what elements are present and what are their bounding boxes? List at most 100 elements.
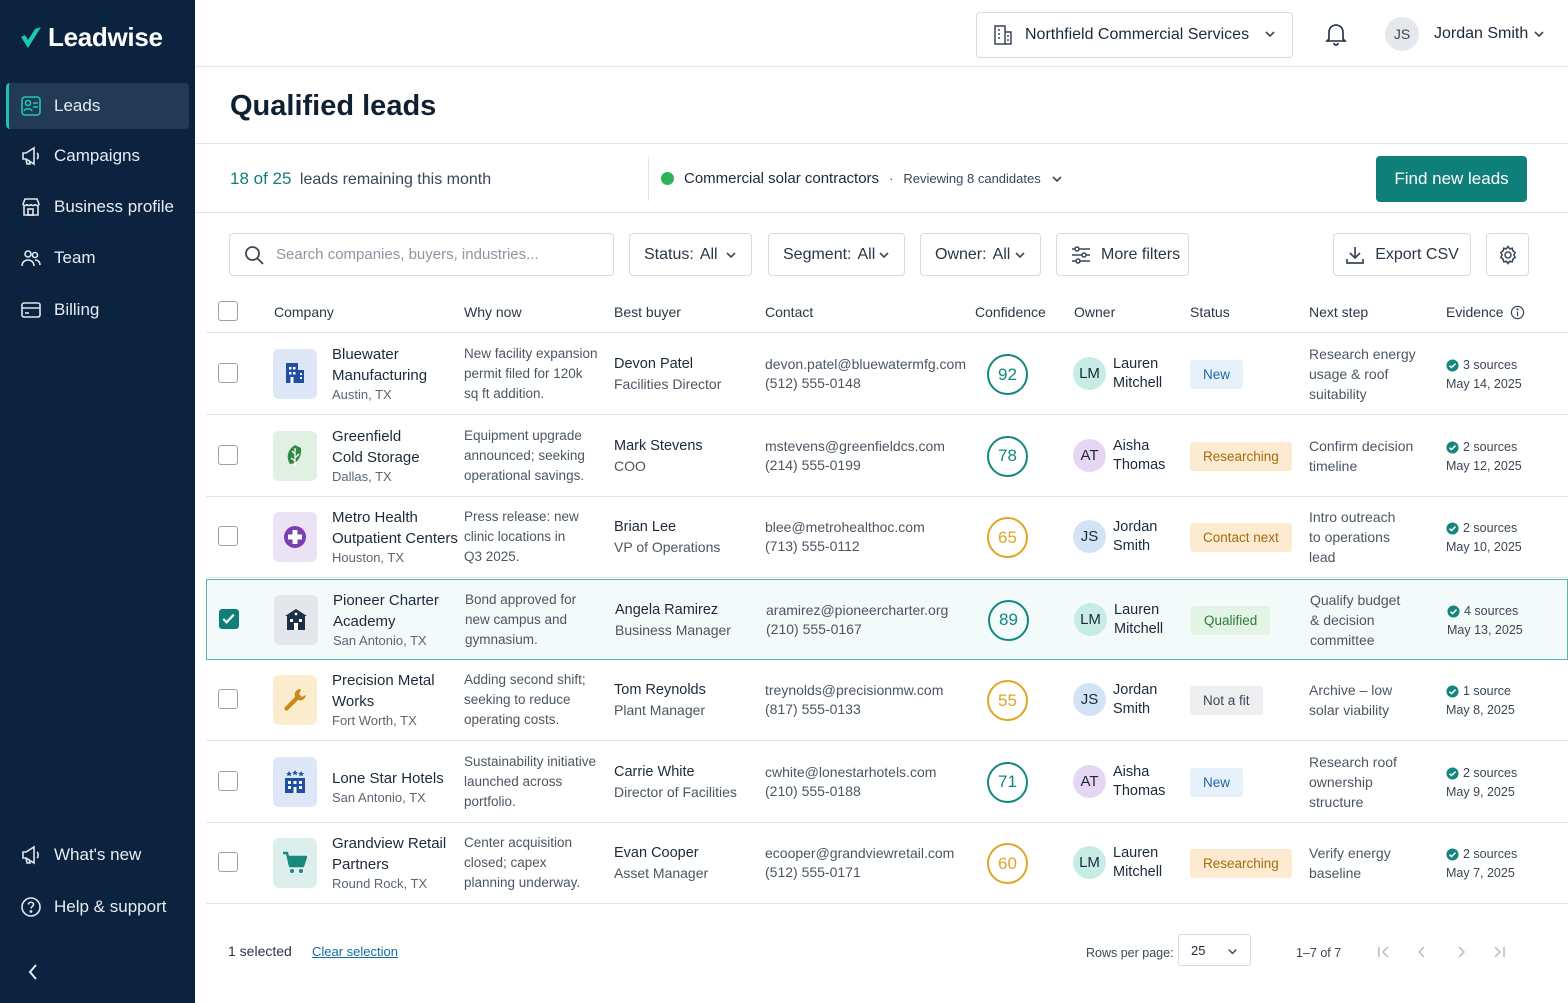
evidence-sources[interactable]: 2 sources [1446, 845, 1517, 864]
column-header-owner[interactable]: Owner [1074, 304, 1115, 320]
status-badge[interactable]: New [1190, 360, 1244, 389]
company-cell[interactable]: Grandview Retail Partners Round Rock, TX [332, 833, 446, 891]
sidebar-item-team[interactable]: Team [6, 235, 189, 281]
column-header-status[interactable]: Status [1190, 304, 1230, 320]
clear-selection-link[interactable]: Clear selection [312, 944, 398, 959]
first-page-button[interactable] [1375, 942, 1393, 962]
company-name[interactable]: Lone Star Hotels [332, 768, 444, 789]
company-name[interactable]: Cold Storage [332, 447, 420, 468]
company-name[interactable]: Works [332, 691, 435, 712]
company-cell[interactable]: Pioneer Charter Academy San Antonio, TX [333, 590, 439, 648]
next-page-button[interactable] [1452, 942, 1470, 962]
company-cell[interactable]: Metro Health Outpatient Centers Houston, … [332, 507, 458, 565]
previous-page-button[interactable] [1413, 942, 1431, 962]
row-checkbox[interactable] [218, 689, 238, 709]
status-filter[interactable]: Status: All [629, 233, 752, 276]
evidence-cell[interactable]: 4 sources May 13, 2025 [1447, 602, 1523, 640]
sidebar-item-help[interactable]: Help & support [6, 884, 189, 930]
contact-phone[interactable]: (817) 555-0133 [765, 700, 943, 719]
rows-per-page-select[interactable]: 25 [1178, 934, 1251, 966]
column-header-evidence[interactable]: Evidence [1446, 304, 1525, 320]
company-name[interactable]: Precision Metal [332, 670, 435, 691]
company-cell[interactable]: Lone Star Hotels San Antonio, TX [332, 768, 444, 805]
collapse-sidebar-button[interactable] [22, 960, 44, 984]
contact-email[interactable]: devon.patel@bluewatermfg.com [765, 355, 966, 374]
campaign-selector[interactable]: Commercial solar contractors · Reviewing… [661, 170, 1063, 187]
table-settings-button[interactable] [1486, 233, 1529, 276]
company-name[interactable]: Partners [332, 854, 446, 875]
evidence-sources[interactable]: 4 sources [1447, 602, 1523, 621]
evidence-cell[interactable]: 2 sources May 10, 2025 [1446, 519, 1522, 557]
company-name[interactable]: Grandview Retail [332, 833, 446, 854]
column-header-company[interactable]: Company [274, 304, 334, 320]
sidebar-item-leads[interactable]: Leads [6, 83, 189, 129]
table-row[interactable]: Greenfield Cold Storage Dallas, TX Equipm… [206, 416, 1568, 497]
contact-email[interactable]: ecooper@grandviewretail.com [765, 844, 954, 863]
org-selector[interactable]: Northfield Commercial Services [976, 12, 1293, 58]
evidence-sources[interactable]: 2 sources [1446, 438, 1522, 457]
company-name[interactable]: Outpatient Centers [332, 528, 458, 549]
row-checkbox[interactable] [218, 444, 238, 465]
more-filters-button[interactable]: More filters [1056, 233, 1189, 276]
contact-phone[interactable]: (210) 555-0188 [765, 782, 936, 801]
owner-filter[interactable]: Owner: All [920, 233, 1041, 276]
contact-phone[interactable]: (713) 555-0112 [765, 537, 925, 556]
select-all-checkbox[interactable] [218, 301, 238, 321]
row-checkbox[interactable] [218, 526, 238, 546]
row-checkbox[interactable] [219, 608, 239, 629]
column-header-confidence[interactable]: Confidence [975, 304, 1046, 320]
info-icon[interactable] [1510, 305, 1525, 320]
evidence-cell[interactable]: 2 sources May 12, 2025 [1446, 438, 1522, 476]
sidebar-item-business-profile[interactable]: Business profile [6, 184, 189, 230]
contact-email[interactable]: blee@metrohealthoc.com [765, 518, 925, 537]
sidebar-item-whats-new[interactable]: What's new [6, 832, 189, 878]
status-badge[interactable]: Researching [1190, 849, 1292, 878]
company-name[interactable]: Manufacturing [332, 365, 427, 386]
last-page-button[interactable] [1490, 942, 1508, 962]
contact-phone[interactable]: (512) 555-0148 [765, 374, 966, 393]
row-checkbox[interactable] [218, 770, 238, 791]
table-row[interactable]: Pioneer Charter Academy San Antonio, TX B… [206, 578, 1568, 660]
column-header-contact[interactable]: Contact [765, 304, 813, 320]
table-row[interactable]: Lone Star Hotels San Antonio, TX Sustain… [206, 742, 1568, 823]
row-checkbox[interactable] [218, 363, 238, 383]
row-checkbox[interactable] [218, 852, 238, 872]
evidence-sources[interactable]: 2 sources [1446, 764, 1517, 783]
sidebar-item-campaigns[interactable]: Campaigns [6, 133, 189, 179]
contact-phone[interactable]: (210) 555-0167 [766, 620, 948, 639]
status-badge[interactable]: Contact next [1190, 523, 1292, 552]
user-name[interactable]: Jordan Smith [1434, 25, 1528, 43]
evidence-cell[interactable]: 2 sources May 9, 2025 [1446, 764, 1517, 802]
find-new-leads-button[interactable]: Find new leads [1376, 156, 1527, 202]
sidebar-item-billing[interactable]: Billing [6, 287, 189, 333]
app-logo[interactable]: Leadwise [20, 22, 163, 53]
evidence-sources[interactable]: 3 sources [1446, 356, 1522, 375]
status-badge[interactable]: Qualified [1191, 605, 1271, 635]
column-header-best-buyer[interactable]: Best buyer [614, 304, 681, 320]
company-name[interactable]: Greenfield [332, 426, 420, 447]
company-name[interactable]: Academy [333, 611, 439, 632]
chevron-down-icon[interactable] [1533, 28, 1545, 40]
evidence-sources[interactable]: 1 source [1446, 682, 1515, 701]
evidence-cell[interactable]: 3 sources May 14, 2025 [1446, 356, 1522, 394]
contact-phone[interactable]: (512) 555-0171 [765, 863, 954, 882]
table-row[interactable]: Metro Health Outpatient Centers Houston, … [206, 497, 1568, 578]
company-cell[interactable]: Greenfield Cold Storage Dallas, TX [332, 426, 420, 484]
company-name[interactable]: Bluewater [332, 344, 427, 365]
contact-email[interactable]: mstevens@greenfieldcs.com [765, 437, 945, 456]
company-cell[interactable]: Precision Metal Works Fort Worth, TX [332, 670, 435, 728]
export-csv-button[interactable]: Export CSV [1333, 233, 1471, 276]
contact-email[interactable]: cwhite@lonestarhotels.com [765, 763, 936, 782]
search-input[interactable] [276, 246, 596, 263]
evidence-sources[interactable]: 2 sources [1446, 519, 1522, 538]
column-header-next-step[interactable]: Next step [1309, 304, 1368, 320]
evidence-cell[interactable]: 2 sources May 7, 2025 [1446, 845, 1517, 883]
table-row[interactable]: Bluewater Manufacturing Austin, TX New fa… [206, 334, 1568, 415]
contact-phone[interactable]: (214) 555-0199 [765, 456, 945, 475]
column-header-why-now[interactable]: Why now [464, 304, 522, 320]
evidence-cell[interactable]: 1 source May 8, 2025 [1446, 682, 1515, 720]
table-row[interactable]: Grandview Retail Partners Round Rock, TX … [206, 823, 1568, 904]
contact-email[interactable]: treynolds@precisionmw.com [765, 681, 943, 700]
table-row[interactable]: Precision Metal Works Fort Worth, TX Addi… [206, 660, 1568, 741]
user-avatar[interactable]: JS [1385, 17, 1419, 51]
